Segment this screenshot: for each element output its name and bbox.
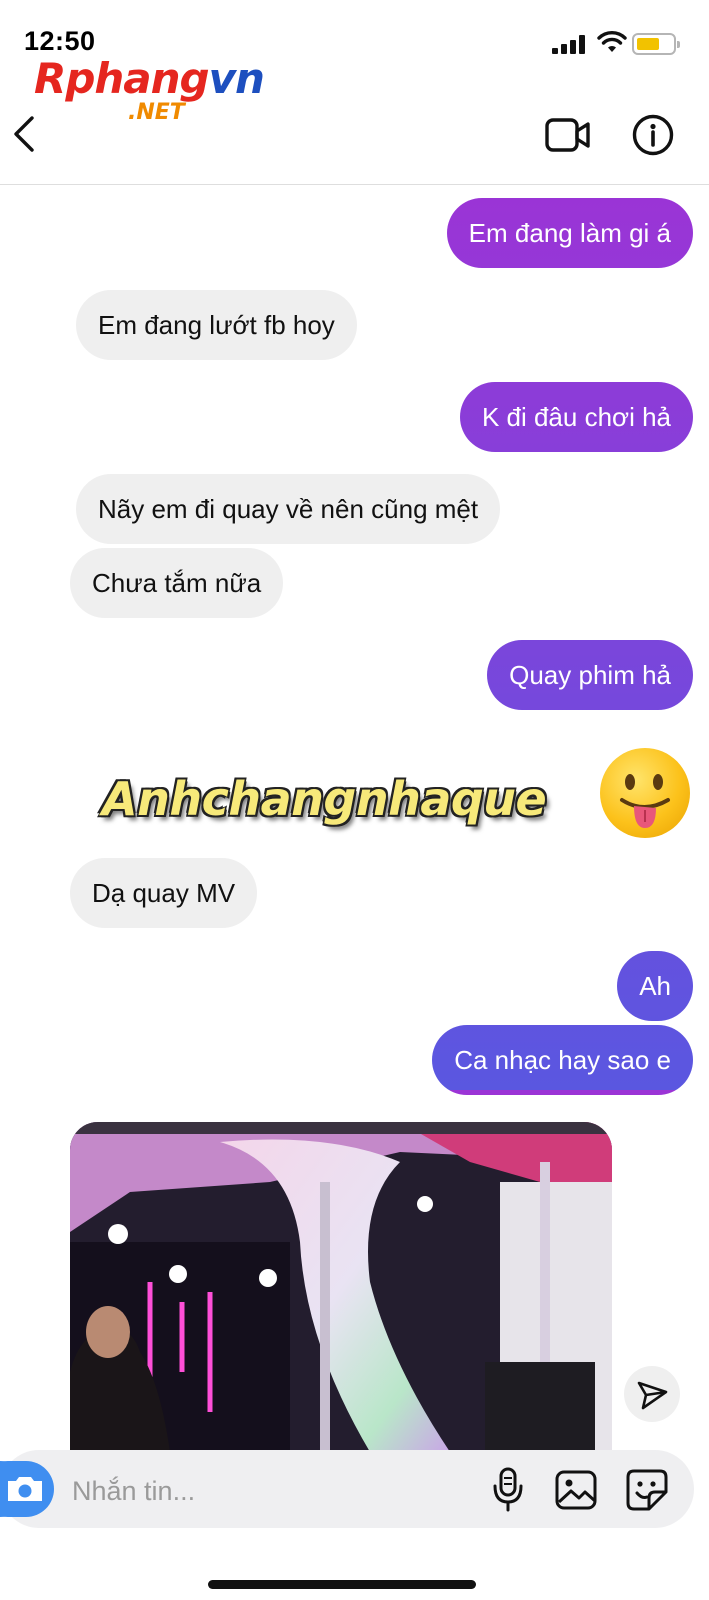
message-bubble-outgoing[interactable]: Quay phim hả xyxy=(487,640,693,710)
cellular-signal-icon xyxy=(552,34,588,54)
message-bubble-outgoing[interactable]: K đi đâu chơi hả xyxy=(459,382,693,452)
info-button[interactable] xyxy=(632,114,674,156)
message-bubble-incoming[interactable]: Nãy em đi quay về nên cũng mệt xyxy=(76,474,501,544)
message-bubble-outgoing[interactable]: Ah xyxy=(617,951,693,1021)
send-icon xyxy=(637,1381,668,1410)
camera-button[interactable] xyxy=(0,1457,54,1521)
gallery-icon[interactable] xyxy=(555,1470,597,1510)
watermark-logo: Rphangvn xyxy=(34,54,265,103)
share-button[interactable] xyxy=(624,1366,680,1422)
message-bubble-outgoing[interactable]: Em đang làm gi á xyxy=(446,198,693,268)
message-bubble-outgoing[interactable]: Ca nhạc hay sao e xyxy=(432,1025,693,1095)
message-bubble-incoming[interactable]: Chưa tắm nữa xyxy=(70,548,284,618)
message-bubble-incoming[interactable]: Dạ quay MV xyxy=(70,858,258,928)
battery-icon xyxy=(632,33,680,55)
message-input[interactable] xyxy=(70,1472,454,1510)
video-call-button[interactable] xyxy=(545,117,591,153)
back-chevron-icon[interactable] xyxy=(10,112,40,156)
microphone-icon[interactable] xyxy=(490,1466,526,1512)
shared-photo[interactable] xyxy=(70,1122,612,1452)
sticker-caption: Anhchangnhaque xyxy=(102,772,547,826)
tongue-out-emoji-icon xyxy=(600,748,690,838)
message-bubble-incoming[interactable]: Em đang lướt fb hoy xyxy=(76,290,357,360)
status-time: 12:50 xyxy=(24,26,96,56)
sticker-icon[interactable] xyxy=(625,1468,669,1512)
watermark-logo-net: .NET xyxy=(128,100,185,125)
header-divider xyxy=(0,184,709,185)
home-indicator xyxy=(208,1580,476,1589)
wifi-icon xyxy=(597,31,627,52)
